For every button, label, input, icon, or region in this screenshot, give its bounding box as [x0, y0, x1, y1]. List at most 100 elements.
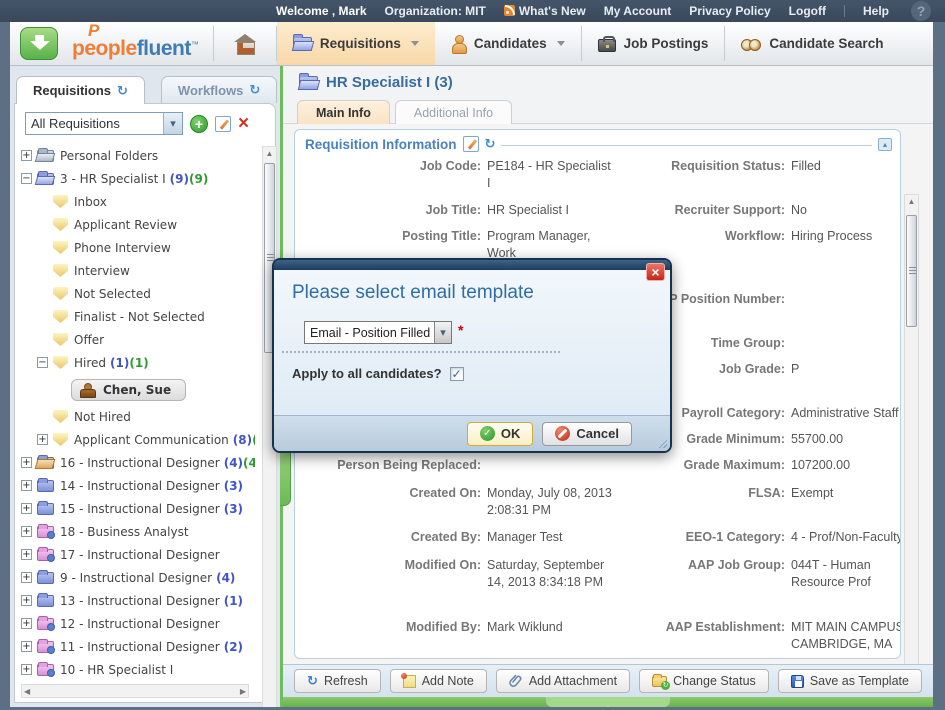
tree-item[interactable]: +Personal Folders	[15, 144, 255, 167]
expander-icon[interactable]: +	[21, 457, 32, 468]
expander-icon[interactable]: +	[21, 572, 32, 583]
nav-tab-candidate-search[interactable]: Candidate Search	[725, 22, 899, 65]
scroll-left-arrow[interactable]: ◀	[24, 685, 30, 698]
scroll-up-arrow[interactable]: ▲	[263, 147, 276, 161]
tree-item[interactable]: +18 - Business Analyst	[15, 520, 255, 543]
expander-icon[interactable]: +	[37, 434, 48, 445]
field-row: Modified On:Saturday, September 14, 2013…	[305, 557, 890, 619]
tree-item[interactable]: +Interview	[15, 259, 255, 282]
my-account-link[interactable]: My Account	[604, 4, 672, 18]
expander-icon[interactable]: +	[21, 664, 32, 675]
logo-area: Ppeoplefluent™	[10, 22, 213, 65]
refresh-icon[interactable]: ↻	[117, 83, 128, 99]
tree-item[interactable]: +15 - Instructional Designer (3)	[15, 497, 255, 520]
tree-item[interactable]: Chen, Sue	[15, 374, 255, 405]
add-attachment-button[interactable]: Add Attachment	[496, 669, 630, 693]
expander-icon[interactable]: +	[21, 503, 32, 514]
tab-workflows[interactable]: Workflows ↻	[161, 76, 277, 103]
delete-icon[interactable]	[238, 116, 249, 132]
tree-item[interactable]: +12 - Instructional Designer	[15, 612, 255, 635]
tree-item[interactable]: +Offer	[15, 328, 255, 351]
tree-item[interactable]: +Phone Interview	[15, 236, 255, 259]
nav-tab-candidates[interactable]: Candidates	[435, 22, 581, 65]
tree-item[interactable]: +14 - Instructional Designer (3)	[15, 474, 255, 497]
chevron-down-icon[interactable]	[163, 113, 182, 134]
email-template-select[interactable]: Email - Position Filled	[304, 321, 452, 344]
field-label: Created By:	[305, 529, 481, 557]
logoff-link[interactable]: Logoff	[789, 4, 826, 18]
help-link[interactable]: Help	[863, 4, 889, 18]
email-template-select-row: Email - Position Filled *	[304, 321, 670, 344]
tab-requisitions[interactable]: Requisitions ↻	[16, 76, 145, 104]
expander-icon[interactable]: +	[21, 549, 32, 560]
main-vertical-scrollbar[interactable]: ▲ ▼	[904, 194, 919, 707]
tree-item[interactable]: +9 - Instructional Designer (4)	[15, 566, 255, 589]
apply-all-checkbox[interactable]	[450, 367, 464, 381]
tree-item[interactable]: +17 - Instructional Designer	[15, 543, 255, 566]
tab-additional-info[interactable]: Additional Info	[395, 100, 512, 124]
expander-icon[interactable]: +	[21, 150, 32, 161]
whats-new-link[interactable]: What's New	[504, 4, 586, 18]
chevron-down-icon[interactable]	[434, 322, 451, 343]
collapse-panel-handle[interactable]	[546, 697, 670, 707]
tree-item[interactable]: +16 - Instructional Designer (4)(4)	[15, 451, 255, 474]
folder-icon	[37, 526, 54, 538]
tree-item-selected[interactable]: Chen, Sue	[71, 379, 186, 401]
scroll-up-arrow[interactable]: ▲	[905, 195, 918, 209]
edit-icon[interactable]	[463, 136, 479, 152]
dialog-title-bar[interactable]	[274, 260, 670, 270]
change-status-button[interactable]: Change Status	[639, 669, 769, 693]
help-question-icon[interactable]	[911, 1, 931, 21]
ok-button[interactable]: OK	[467, 422, 534, 446]
tree-item[interactable]: +Not Hired	[15, 405, 255, 428]
refresh-button[interactable]: Refresh	[294, 669, 381, 693]
expander-icon[interactable]: +	[21, 641, 32, 652]
folder-icon	[37, 664, 54, 676]
tree-item[interactable]: +Applicant Communication (8)(8)	[15, 428, 255, 451]
field-value: HR Specialist I	[487, 202, 615, 228]
refresh-icon[interactable]: ↻	[249, 82, 260, 98]
expander-icon[interactable]: −	[37, 357, 48, 368]
requisition-filter-select[interactable]: All Requisitions	[25, 112, 183, 135]
tree-item[interactable]: +Applicant Review	[15, 213, 255, 236]
field-value	[791, 291, 901, 335]
rss-icon	[504, 5, 515, 16]
tab-main-info[interactable]: Main Info	[297, 100, 390, 124]
tree-item[interactable]: −3 - HR Specialist I (9)(9)	[15, 167, 255, 190]
collapse-section-icon[interactable]	[878, 138, 892, 151]
tree-item[interactable]: +Finalist - Not Selected	[15, 305, 255, 328]
briefcase-icon	[598, 39, 616, 52]
scrollbar-thumb[interactable]	[906, 215, 917, 327]
expander-icon[interactable]: −	[21, 173, 32, 184]
nav-tab-requisitions[interactable]: Requisitions	[277, 22, 435, 65]
resize-handle-icon[interactable]	[656, 437, 667, 448]
step-icon	[53, 264, 68, 277]
expander-icon[interactable]: +	[21, 480, 32, 491]
tree-item[interactable]: +10 - HR Specialist I	[15, 658, 255, 681]
expander-icon[interactable]: +	[21, 595, 32, 606]
privacy-policy-link[interactable]: Privacy Policy	[689, 4, 770, 18]
save-as-template-button[interactable]: Save as Template	[778, 669, 922, 693]
required-marker: *	[458, 322, 463, 338]
nav-tab-job-postings[interactable]: Job Postings	[582, 22, 725, 65]
tree-item[interactable]: +11 - Instructional Designer (2)	[15, 635, 255, 658]
nav-home-button[interactable]	[214, 22, 276, 65]
tree-item[interactable]: +Inbox	[15, 190, 255, 213]
add-folder-icon[interactable]	[190, 115, 208, 133]
edit-icon[interactable]	[215, 116, 231, 132]
scroll-right-arrow[interactable]: ▶	[240, 685, 246, 698]
peoplefluent-logo-icon[interactable]	[20, 27, 58, 60]
expander-icon[interactable]: +	[21, 526, 32, 537]
folder-icon	[37, 595, 54, 607]
tree-item[interactable]: +Not Selected	[15, 282, 255, 305]
bottom-collapse-bar	[283, 697, 933, 707]
close-icon[interactable]	[646, 263, 665, 281]
field-label: AAP Establishment:	[621, 619, 785, 653]
add-note-button[interactable]: Add Note	[390, 669, 487, 693]
refresh-icon[interactable]: ↻	[485, 136, 496, 152]
tree-item[interactable]: +13 - Instructional Designer (1)	[15, 589, 255, 612]
tree-item[interactable]: −Hired (1)(1)	[15, 351, 255, 374]
cancel-button[interactable]: Cancel	[542, 422, 632, 446]
expander-icon[interactable]: +	[21, 618, 32, 629]
sidebar-horizontal-scrollbar[interactable]: ◀ ▶	[21, 684, 249, 698]
